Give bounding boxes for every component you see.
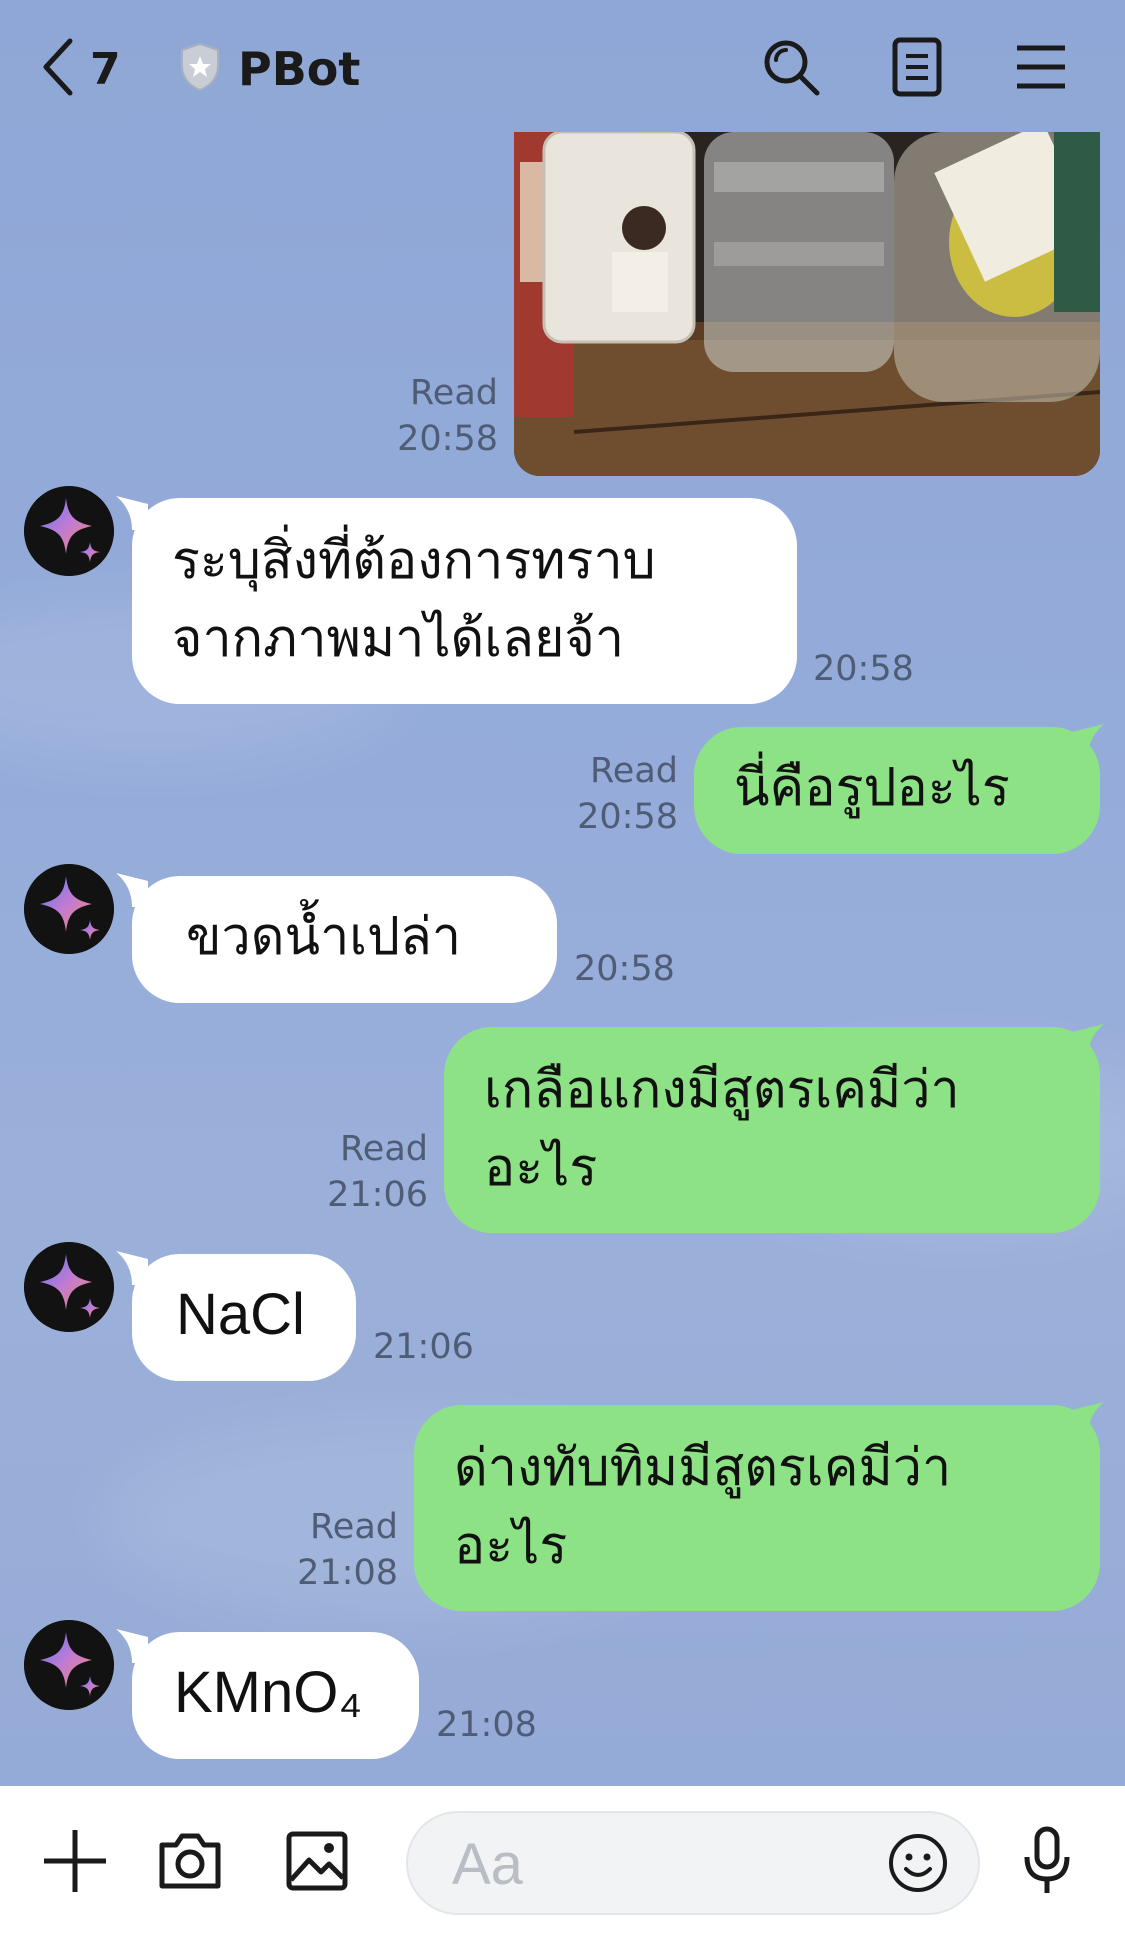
read-receipt-group: Read 20:58 [558, 748, 678, 840]
outgoing-message-bubble[interactable]: นี่คือรูปอะไร [694, 727, 1100, 854]
message-text-line: NaCl [176, 1282, 305, 1347]
chevron-left-icon [40, 37, 76, 101]
bubble-tail [1072, 1402, 1104, 1436]
camera-icon [156, 1831, 224, 1895]
bot-avatar[interactable] [24, 1242, 114, 1332]
outgoing-message-bubble[interactable]: เกลือแกงมีสูตรเคมีว่า อะไร [444, 1027, 1100, 1233]
notes-button[interactable] [882, 34, 952, 104]
camera-button[interactable] [145, 1818, 235, 1908]
message-text-line: นี่คือรูปอะไร [734, 758, 1010, 818]
bot-avatar[interactable] [24, 1620, 114, 1710]
incoming-message-bubble[interactable]: NaCl [132, 1254, 356, 1381]
message-text-line: อะไร [484, 1138, 598, 1198]
message-text-line: เกลือแกงมีสูตรเคมีว่า [484, 1060, 960, 1120]
emoji-button[interactable] [876, 1823, 960, 1907]
bot-avatar[interactable] [24, 486, 114, 576]
read-label: Read [410, 373, 498, 413]
message-time: 21:08 [297, 1553, 398, 1593]
message-input[interactable]: Aa [406, 1811, 980, 1915]
message-time: 20:58 [397, 419, 498, 459]
read-receipt-group: Read 21:08 [292, 1504, 398, 1596]
incoming-message-bubble[interactable]: KMnO₄ [132, 1632, 419, 1759]
chat-screen: 7 PBot Read 20:58 ระบุสิ่งที่ต้องการทราบ… [0, 0, 1125, 1941]
message-input-placeholder: Aa [452, 1832, 523, 1897]
message-text-line: ด่างทับทิมมีสูตรเคมีว่า [454, 1438, 952, 1498]
hamburger-menu-icon [1014, 42, 1068, 96]
add-button[interactable] [30, 1818, 120, 1908]
menu-button[interactable] [1006, 34, 1076, 104]
microphone-icon [1021, 1825, 1073, 1901]
message-text-line: อะไร [454, 1516, 568, 1576]
message-time: 21:06 [327, 1175, 428, 1215]
smiley-icon [886, 1831, 950, 1899]
shared-photo[interactable] [514, 132, 1100, 476]
unread-count: 7 [90, 43, 121, 95]
message-time: 20:58 [813, 649, 914, 689]
read-receipt-group: Read 20:58 [380, 370, 498, 462]
composer-bar: Aa [0, 1786, 1125, 1941]
search-button[interactable] [756, 34, 826, 104]
message-time: 21:06 [373, 1327, 474, 1367]
chat-header: 7 PBot [0, 0, 1125, 135]
chat-title-group[interactable]: PBot [178, 34, 360, 104]
back-button[interactable]: 7 [40, 34, 121, 104]
bubble-tail [1072, 724, 1104, 758]
message-text-line: ระบุสิ่งที่ต้องการทราบ [172, 531, 656, 591]
read-label: Read [590, 751, 678, 791]
read-receipt-group: Read 21:06 [322, 1126, 428, 1218]
read-label: Read [310, 1507, 398, 1547]
gallery-button[interactable] [272, 1818, 362, 1908]
plus-icon [40, 1826, 110, 1900]
image-icon [285, 1830, 349, 1896]
incoming-message-bubble[interactable]: ขวดน้ำเปล่า [132, 876, 557, 1003]
search-icon [760, 36, 822, 102]
chat-title: PBot [238, 42, 361, 96]
voice-button[interactable] [1002, 1818, 1092, 1908]
outgoing-message-bubble[interactable]: ด่างทับทิมมีสูตรเคมีว่า อะไร [414, 1405, 1100, 1611]
bot-avatar[interactable] [24, 864, 114, 954]
bubble-tail [1072, 1024, 1104, 1058]
message-time: 20:58 [574, 949, 675, 989]
message-time: 21:08 [436, 1705, 537, 1745]
incoming-message-bubble[interactable]: ระบุสิ่งที่ต้องการทราบ จากภาพมาได้เลยจ้า [132, 498, 797, 704]
message-time: 20:58 [577, 797, 678, 837]
read-label: Read [340, 1129, 428, 1169]
verified-shield-icon [178, 42, 222, 96]
message-text-line: จากภาพมาได้เลยจ้า [172, 609, 625, 669]
message-text-line: ขวดน้ำเปล่า [186, 907, 462, 967]
notes-icon [891, 36, 943, 102]
message-text-line: KMnO₄ [174, 1660, 363, 1725]
